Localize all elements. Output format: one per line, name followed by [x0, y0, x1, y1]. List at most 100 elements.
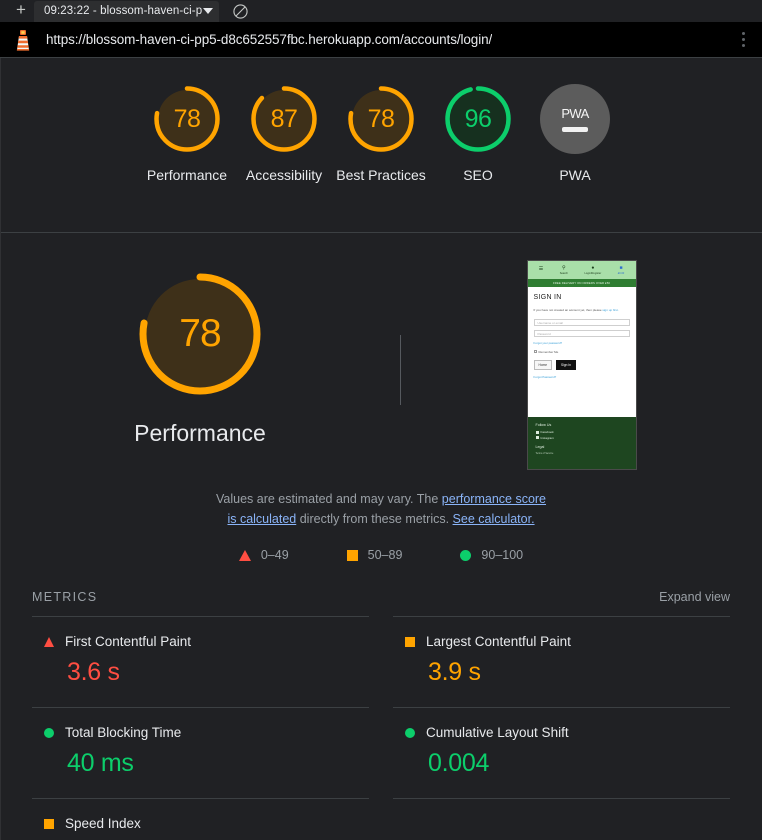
metric-value: 3.9 s: [428, 658, 481, 686]
thumb-footer-follow: Follow Us: [535, 423, 552, 427]
thumb-signup-link: sign up first.: [602, 308, 619, 312]
pwa-badge-text: PWA: [561, 106, 589, 121]
circle-icon: [44, 727, 54, 738]
thumb-cart-icon: ■ £0.00: [617, 264, 625, 275]
thumb-search-icon: ⚲ Search: [559, 264, 568, 275]
thumb-username-input: Username or email: [533, 318, 630, 326]
gauge-value-best-practices: 78: [367, 104, 395, 133]
thumb-banner: FREE DELIVERY ON ORDERS OVER £50: [527, 279, 636, 287]
legend-item-average: 50–89: [346, 548, 403, 562]
metric-value: 40 ms: [67, 749, 134, 777]
metric-cumulative-layout-shift[interactable]: Cumulative Layout Shift 0.004: [393, 707, 730, 798]
metric-first-contentful-paint[interactable]: First Contentful Paint 3.6 s: [32, 616, 369, 707]
browser-tab[interactable]: 09:23:22 - blossom-haven-ci-p: [34, 0, 220, 22]
metrics-header: METRICS Expand view: [32, 590, 730, 616]
thumb-instagram-item: Instagram: [535, 436, 630, 440]
thumb-signin-button: Sign In: [556, 359, 576, 370]
thumb-forgot-small: Forgot your password?: [533, 340, 563, 345]
legend-range-average: 50–89: [367, 548, 403, 562]
thumb-navbar: ☰ ⚲ Search ● Login/Register ■ £0.00: [527, 261, 636, 279]
metrics-grid: First Contentful Paint 3.6 s Largest Con…: [32, 616, 730, 840]
thumb-facebook-item: Facebook: [535, 430, 630, 434]
big-gauge-value: 78: [179, 312, 221, 355]
score-gauge-performance[interactable]: 78 Performance: [139, 84, 236, 185]
new-tab-button[interactable]: +: [8, 0, 34, 22]
metric-label: Largest Contentful Paint: [426, 634, 571, 649]
url-text[interactable]: https://blossom-haven-ci-pp5-d8c652557fb…: [46, 32, 492, 47]
legend-item-fail: 0–49: [238, 548, 289, 562]
metric-value: 0.004: [428, 749, 490, 777]
lighthouse-favicon-icon: [12, 28, 34, 52]
section-divider: [400, 335, 401, 405]
thumb-buttons: Home Sign In: [533, 359, 630, 370]
thumb-forgot-link: Forgot Password?: [533, 374, 557, 379]
disclaimer-mid: directly from these metrics.: [296, 512, 453, 526]
thumb-home-button: Home: [533, 359, 553, 370]
gauge-ring-seo: 96: [443, 84, 513, 154]
legend-item-pass: 90–100: [460, 548, 523, 562]
legend-range-pass: 90–100: [481, 548, 524, 562]
gauge-label-performance: Performance: [146, 167, 228, 183]
big-gauge-performance: 78: [136, 270, 264, 398]
thumb-footer-terms: Terms of Service: [535, 451, 554, 455]
category-performance: 78 Performance ☰ ⚲ Search ● Login/Regist…: [0, 233, 762, 562]
triangle-icon: [44, 636, 54, 647]
metric-speed-index[interactable]: Speed Index 5.0 s: [32, 798, 369, 840]
metric-label: Speed Index: [65, 816, 141, 831]
see-calculator-link[interactable]: See calculator.: [453, 512, 535, 526]
gauge-ring-accessibility: 87: [249, 84, 319, 154]
thumb-body: SIGN IN If you have not created an accou…: [527, 287, 636, 417]
gauge-ring-best-practices: 78: [346, 84, 416, 154]
square-icon: [44, 818, 54, 829]
gauge-label-seo: SEO: [463, 167, 493, 183]
gauge-value-performance: 78: [173, 104, 201, 133]
score-gauge-pwa[interactable]: PWA PWA: [527, 84, 624, 185]
thumb-remember-label: Remember Me: [538, 349, 559, 354]
score-disclaimer: Values are estimated and may vary. The p…: [211, 489, 551, 529]
metric-placeholder: [393, 798, 730, 840]
browser-tabstrip: + 09:23:22 - blossom-haven-ci-p: [0, 0, 762, 22]
metric-value: 3.6 s: [67, 658, 120, 686]
address-bar[interactable]: https://blossom-haven-ci-pp5-d8c652557fb…: [0, 22, 762, 58]
disclaimer-prefix: Values are estimated and may vary. The: [215, 492, 442, 506]
gauge-value-accessibility: 87: [270, 104, 298, 133]
facebook-icon: [535, 430, 539, 434]
gauge-label-pwa: PWA: [559, 167, 591, 183]
triangle-icon: [238, 549, 251, 561]
thumb-footer-legal: Legal: [535, 444, 545, 449]
gauge-ring-performance: 78: [152, 84, 222, 154]
blocked-icon[interactable]: [229, 0, 251, 22]
thumb-menu-icon: ☰: [538, 266, 544, 272]
gauge-label-accessibility: Accessibility: [245, 167, 323, 183]
gauge-value-seo: 96: [464, 104, 492, 133]
page-screenshot-thumbnail[interactable]: ☰ ⚲ Search ● Login/Register ■ £0.00 FREE DE…: [526, 260, 637, 470]
instagram-icon: [535, 436, 539, 439]
lighthouse-report: 78 Performance 87 Accessibility 78 Best …: [0, 58, 762, 840]
score-gauge-seo[interactable]: 96 SEO: [430, 84, 527, 185]
score-gauges: 78 Performance 87 Accessibility 78 Best …: [0, 58, 762, 233]
thumb-password-input: Password: [533, 329, 630, 337]
pwa-badge-icon: PWA: [540, 84, 610, 154]
chevron-down-icon[interactable]: [203, 8, 214, 14]
metrics-section: METRICS Expand view First Contentful Pai…: [0, 590, 762, 840]
metric-label: First Contentful Paint: [65, 634, 192, 649]
metric-label: Total Blocking Time: [65, 725, 182, 740]
score-gauge-best-practices[interactable]: 78 Best Practices: [333, 84, 430, 185]
score-gauge-accessibility[interactable]: 87 Accessibility: [236, 84, 333, 185]
metric-label: Cumulative Layout Shift: [426, 725, 569, 740]
browser-menu-icon[interactable]: [728, 32, 758, 47]
thumb-paragraph: If you have not created an account yet, …: [534, 308, 630, 313]
metric-total-blocking-time[interactable]: Total Blocking Time 40 ms: [32, 707, 369, 798]
gauge-label-best-practices: Best Practices: [336, 167, 426, 183]
thumb-heading: SIGN IN: [533, 294, 562, 301]
thumb-account-icon: ● Login/Register: [584, 264, 602, 275]
category-title: Performance: [134, 420, 266, 446]
legend-range-fail: 0–49: [260, 548, 289, 562]
circle-icon: [405, 727, 415, 738]
circle-icon: [460, 549, 472, 561]
thumb-remember-checkbox: Remember Me: [533, 349, 630, 354]
expand-view-button[interactable]: Expand view: [659, 590, 730, 604]
metric-largest-contentful-paint[interactable]: Largest Contentful Paint 3.9 s: [393, 616, 730, 707]
pwa-dash-icon: [562, 127, 588, 132]
square-icon: [346, 549, 358, 561]
